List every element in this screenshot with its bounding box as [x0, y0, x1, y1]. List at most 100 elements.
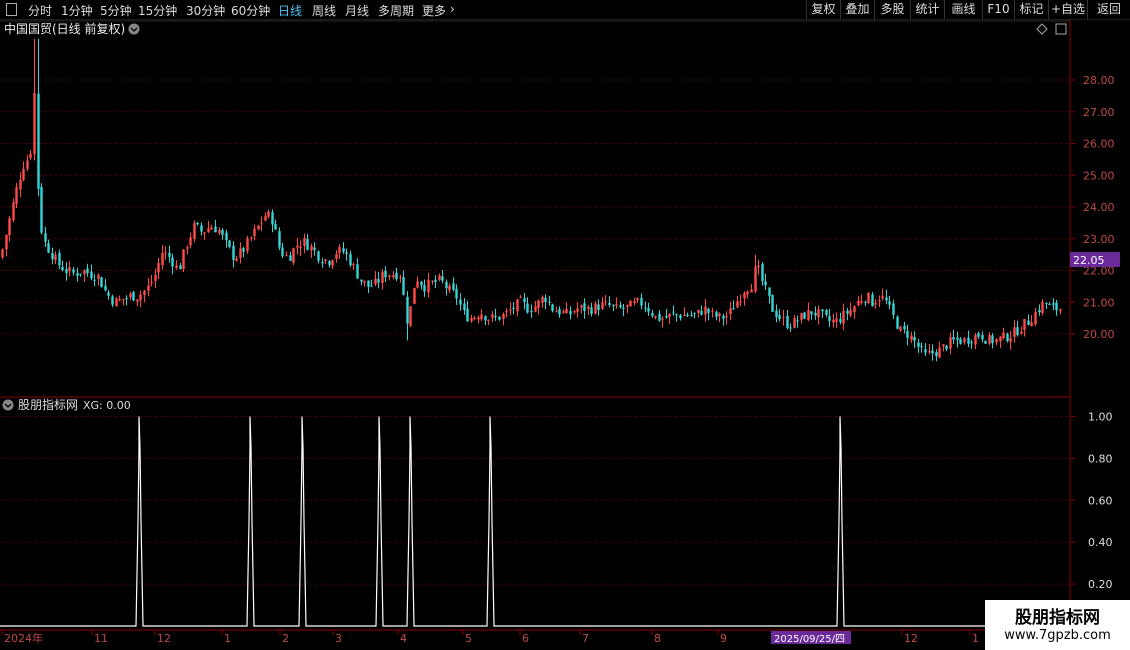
candle-body [409, 306, 412, 326]
diamond-icon[interactable] [1036, 23, 1048, 35]
candle-body [612, 304, 615, 306]
watermark-title: 股朋指标网 [1015, 608, 1100, 628]
candle-body [271, 212, 274, 225]
candle-body [576, 308, 579, 312]
candle-body [1, 249, 4, 258]
candle-body [455, 288, 458, 299]
candle-body [139, 294, 142, 300]
candle-body [260, 222, 263, 224]
candle-body [739, 300, 742, 302]
candle-body [651, 312, 654, 316]
candle-body [72, 269, 75, 273]
candle-body [849, 309, 852, 316]
candle-body [619, 305, 622, 308]
candle-body [29, 153, 32, 159]
candle-body [700, 310, 703, 315]
candle-body [232, 245, 235, 260]
candle-body [328, 261, 331, 265]
candle-body [949, 337, 952, 349]
candle-body [679, 315, 682, 319]
candle-body [193, 223, 196, 239]
candle-body [1020, 331, 1023, 334]
candle-body [235, 258, 238, 261]
candle-body [835, 318, 838, 322]
candle-body [164, 252, 167, 254]
candle-body [1002, 332, 1005, 339]
candle-body [622, 307, 625, 309]
candle-body [406, 297, 409, 324]
x-axis-label: 1 [224, 632, 231, 645]
candle-body [945, 345, 948, 350]
candle-body [381, 272, 384, 284]
candle-body [754, 266, 757, 292]
candle-body [107, 292, 110, 296]
candle-body [392, 275, 395, 278]
candle-body [718, 313, 721, 317]
candle-body [938, 347, 941, 358]
candle-body [810, 311, 813, 315]
candle-body [186, 247, 189, 249]
stock-title: 中国国贸(日线 前复权) [4, 21, 125, 36]
candle-body [477, 317, 480, 320]
candle-body [807, 309, 810, 320]
candle-body [292, 248, 295, 263]
candle-body [161, 252, 164, 266]
window-toggle-icon[interactable] [1055, 23, 1067, 35]
xg-signal-line [0, 416, 1070, 627]
x-axis-label: 1 [972, 632, 979, 645]
candle-body [896, 316, 899, 329]
candle-body [963, 338, 966, 343]
candle-body [562, 311, 565, 313]
candle-body [402, 277, 405, 295]
candle-body [317, 251, 320, 261]
candle-body [640, 297, 643, 306]
candle-body [885, 297, 888, 301]
candle-body [171, 257, 174, 267]
candle-body [463, 303, 466, 311]
candle-body [697, 309, 700, 313]
candle-body [548, 301, 551, 303]
candle-body [725, 315, 728, 318]
candle-body [267, 211, 270, 217]
candle-body [480, 314, 483, 320]
candle-body [296, 245, 299, 248]
candle-body [494, 316, 497, 318]
candle-body [51, 252, 54, 260]
candle-body [253, 228, 256, 237]
candle-body [487, 320, 490, 322]
x-axis-label: 6 [522, 632, 529, 645]
price-tick-label: 27.00 [1083, 106, 1115, 119]
indicator-dropdown-icon[interactable] [2, 399, 14, 411]
candle-body [665, 316, 668, 318]
candle-body [526, 303, 529, 313]
candle-body [448, 285, 451, 291]
last-price-tag: 22.05 [1073, 254, 1105, 267]
candle-body [147, 285, 150, 291]
candle-body [90, 271, 93, 279]
indicator-tick-label: 0.80 [1088, 452, 1113, 465]
candle-body [22, 168, 25, 180]
candle-body [892, 303, 895, 315]
title-dropdown-icon[interactable] [128, 23, 140, 35]
candle-body [349, 253, 352, 266]
candle-body [466, 308, 469, 322]
candle-body [388, 275, 391, 277]
candle-body [179, 265, 182, 270]
side-info-strip [1120, 20, 1130, 400]
candle-body [803, 312, 806, 319]
candle-body [86, 268, 89, 274]
x-axis-label: 7 [582, 632, 589, 645]
candle-body [977, 333, 980, 337]
candle-body [44, 233, 47, 242]
candle-body [793, 317, 796, 328]
candle-body [1027, 320, 1030, 325]
candle-body [264, 215, 267, 221]
candle-body [1045, 302, 1048, 304]
candle-body [434, 279, 437, 282]
candle-body [431, 281, 434, 283]
candle-body [203, 232, 206, 234]
candle-body [644, 307, 647, 309]
candle-body [551, 304, 554, 311]
candle-body [601, 302, 604, 309]
candle-body [661, 318, 664, 320]
